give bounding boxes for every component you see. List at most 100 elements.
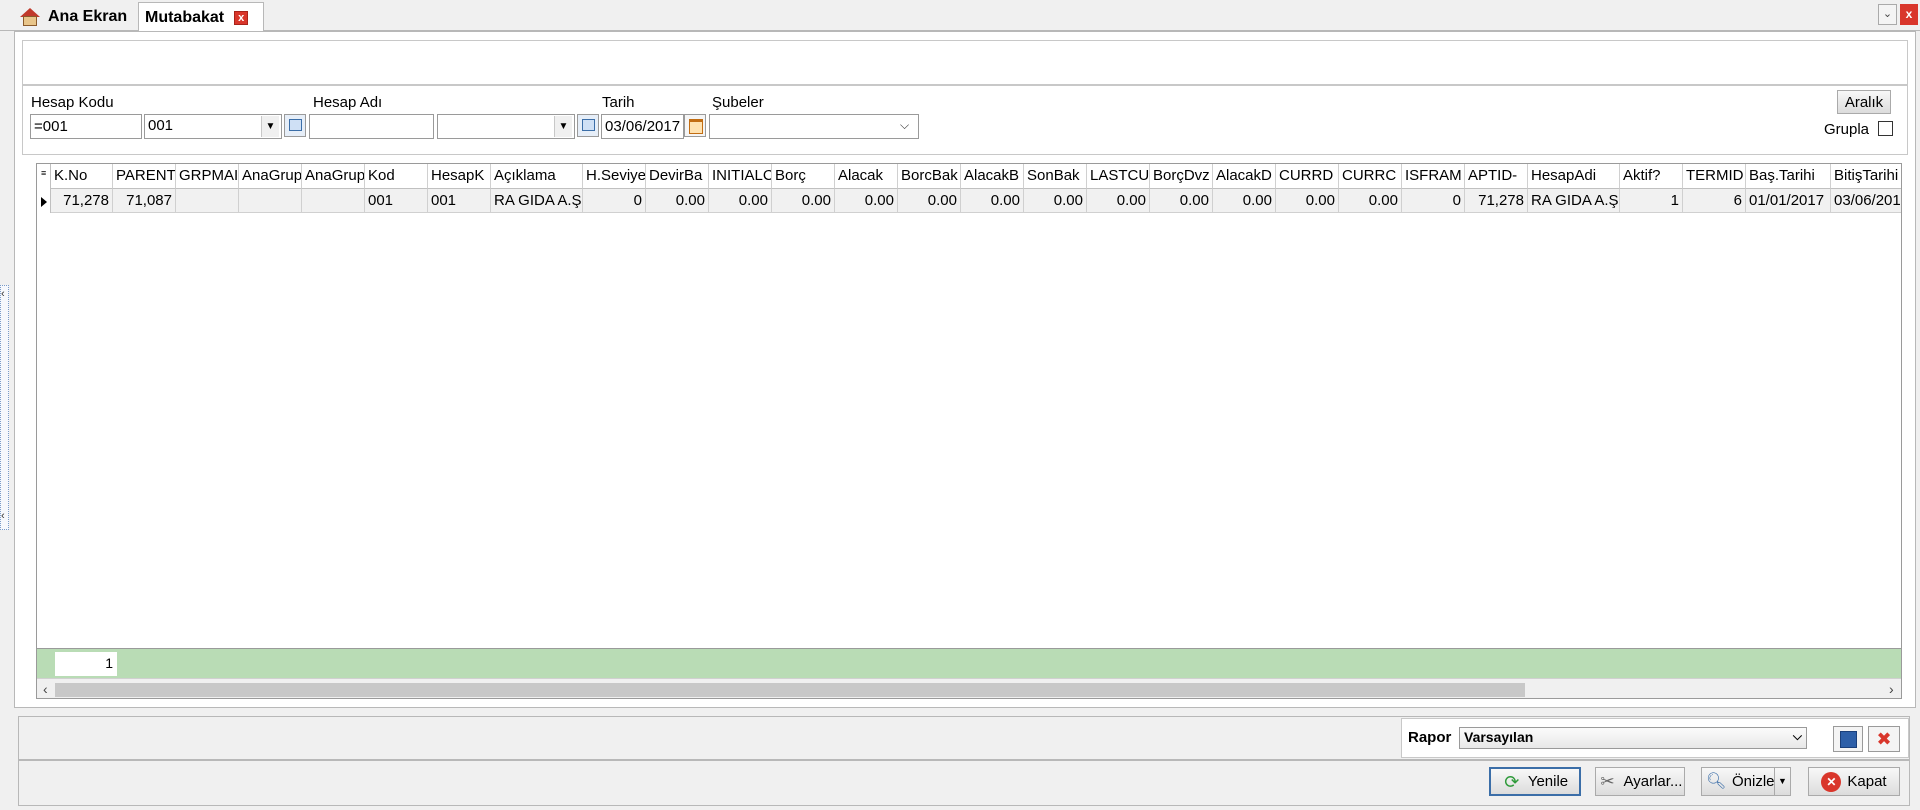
action-panel: ⟳ Yenile ✂ Ayarlar... 🔍︎ Önizle ▼ ✕ Kapa… (18, 760, 1910, 806)
aralik-button[interactable]: Aralık (1837, 90, 1891, 114)
table-cell[interactable]: 71,278 (1465, 189, 1528, 213)
column-header[interactable]: DevirBa (646, 164, 709, 189)
table-cell[interactable] (176, 189, 239, 213)
table-cell[interactable]: 6 (1683, 189, 1746, 213)
chevron-down-icon[interactable]: ⌵ (1793, 729, 1802, 744)
table-cell[interactable]: 0.00 (1087, 189, 1150, 213)
table-cell[interactable]: 0.00 (961, 189, 1024, 213)
column-header[interactable]: Borç (772, 164, 835, 189)
column-header[interactable]: Baş.Tarihi (1746, 164, 1831, 189)
column-header[interactable]: PARENT (113, 164, 176, 189)
column-menu-icon[interactable]: ≡ (41, 169, 46, 178)
filter-panel: Hesap Kodu 001 ▼ Hesap Adı ▼ Tarih Şubel… (22, 85, 1908, 155)
rapor-combo[interactable]: Varsayılan ⌵ (1459, 727, 1807, 749)
table-cell[interactable]: 71,087 (113, 189, 176, 213)
ayarlar-label: Ayarlar... (1623, 773, 1683, 790)
data-grid[interactable]: ≡ 1 ‹ › K.No 71,278 PARENT 71,087 GRPMAI AnaG… (36, 163, 1902, 699)
table-cell[interactable]: 0.00 (709, 189, 772, 213)
table-cell[interactable]: 001 (365, 189, 428, 213)
chevron-down-icon[interactable]: ⌵ (900, 118, 909, 133)
horizontal-scrollbar[interactable]: ‹ › (37, 678, 1901, 698)
column-header[interactable]: ISFRAM (1402, 164, 1465, 189)
table-cell[interactable]: 0 (583, 189, 646, 213)
hesap-adi-combo[interactable]: ▼ (437, 114, 575, 139)
window-close-button[interactable]: x (1900, 4, 1918, 25)
tab-close-icon[interactable]: x (234, 10, 249, 25)
chevron-down-icon[interactable]: ▼ (1774, 768, 1790, 795)
table-cell[interactable]: 0.00 (1150, 189, 1213, 213)
table-cell[interactable]: 0.00 (1213, 189, 1276, 213)
kapat-button[interactable]: ✕ Kapat (1808, 767, 1900, 796)
column-header[interactable]: Açıklama (491, 164, 583, 189)
column-header[interactable]: BorçDvz (1150, 164, 1213, 189)
table-cell[interactable]: 01/01/2017 (1746, 189, 1831, 213)
window-dropdown-button[interactable]: ⌄ (1878, 4, 1897, 25)
table-cell[interactable]: 0.00 (1024, 189, 1087, 213)
column-header[interactable]: TERMID (1683, 164, 1746, 189)
column-header[interactable]: BorcBak (898, 164, 961, 189)
tab-bar: Ana Ekran Mutabakat x ⌄ x (0, 0, 1920, 32)
column-header[interactable]: AnaGrup (302, 164, 365, 189)
hesap-kodu-combo[interactable]: 001 ▼ (144, 114, 282, 139)
hesap-kodu-input[interactable] (30, 114, 142, 139)
table-cell[interactable]: 0.00 (646, 189, 709, 213)
column-header[interactable]: H.Seviye (583, 164, 646, 189)
table-cell[interactable] (302, 189, 365, 213)
delete-icon[interactable]: ✖ (1868, 726, 1900, 752)
scroll-thumb[interactable] (55, 683, 1525, 697)
column-header[interactable]: CURRC (1339, 164, 1402, 189)
tab-mutabakat[interactable]: Mutabakat x (138, 2, 264, 32)
column-header[interactable]: K.No (51, 164, 113, 189)
save-button[interactable] (1833, 726, 1863, 752)
column-header[interactable]: AlacakB (961, 164, 1024, 189)
hesap-adi-input[interactable] (309, 114, 434, 139)
column-header[interactable]: SonBak (1024, 164, 1087, 189)
table-cell[interactable]: 71,278 (51, 189, 113, 213)
table-cell[interactable]: 0.00 (835, 189, 898, 213)
yenile-button[interactable]: ⟳ Yenile (1489, 767, 1581, 796)
column-header[interactable]: AlacakD (1213, 164, 1276, 189)
scroll-right-icon[interactable]: › (1889, 681, 1894, 697)
grupla-checkbox[interactable] (1878, 121, 1893, 136)
tab-ana-ekran[interactable]: Ana Ekran (14, 2, 134, 31)
table-cell[interactable]: RA GIDA A.Ş (1528, 189, 1620, 213)
table-cell[interactable]: 1 (1620, 189, 1683, 213)
table-cell[interactable]: 001 (428, 189, 491, 213)
column-header[interactable]: HesapAdi (1528, 164, 1620, 189)
column-header[interactable]: APTID- (1465, 164, 1528, 189)
table-cell[interactable]: RA GIDA A.Ş (491, 189, 583, 213)
column-header[interactable]: AnaGrup (239, 164, 302, 189)
column-header[interactable]: CURRD (1276, 164, 1339, 189)
column-header[interactable]: Alacak (835, 164, 898, 189)
hesap-kodu-label: Hesap Kodu (31, 94, 114, 111)
rapor-value: Varsayılan (1464, 729, 1534, 745)
column-header[interactable]: HesapK (428, 164, 491, 189)
search-picker-icon[interactable] (577, 114, 599, 137)
close-circle-icon: ✕ (1821, 771, 1842, 792)
table-cell[interactable]: 0.00 (898, 189, 961, 213)
grid-footer: 1 (37, 648, 1901, 678)
column-header[interactable]: Aktif? (1620, 164, 1683, 189)
column-header[interactable]: INITIALC (709, 164, 772, 189)
table-cell[interactable]: 0.00 (1276, 189, 1339, 213)
column-header[interactable]: GRPMAI (176, 164, 239, 189)
column-header[interactable]: LASTCU (1087, 164, 1150, 189)
table-cell[interactable]: 03/06/2017 (1831, 189, 1901, 213)
calendar-icon[interactable] (684, 114, 706, 137)
left-splitter-handle[interactable]: ‹ ‹ (0, 285, 9, 530)
column-header[interactable]: Kod (365, 164, 428, 189)
column-header[interactable]: BitişTarihi (1831, 164, 1901, 189)
table-cell[interactable]: 0 (1402, 189, 1465, 213)
table-cell[interactable]: 0.00 (772, 189, 835, 213)
ayarlar-button[interactable]: ✂ Ayarlar... (1595, 767, 1685, 796)
tarih-input[interactable] (601, 114, 684, 139)
combo-value: 001 (148, 117, 174, 134)
scroll-left-icon[interactable]: ‹ (43, 681, 48, 697)
search-picker-icon[interactable] (284, 114, 306, 137)
subeler-combo[interactable]: ⌵ (709, 114, 919, 139)
onizle-button[interactable]: 🔍︎ Önizle ▼ (1701, 767, 1791, 796)
table-cell[interactable] (239, 189, 302, 213)
chevron-down-icon[interactable]: ▼ (554, 116, 572, 137)
table-cell[interactable]: 0.00 (1339, 189, 1402, 213)
chevron-down-icon[interactable]: ▼ (261, 116, 279, 137)
